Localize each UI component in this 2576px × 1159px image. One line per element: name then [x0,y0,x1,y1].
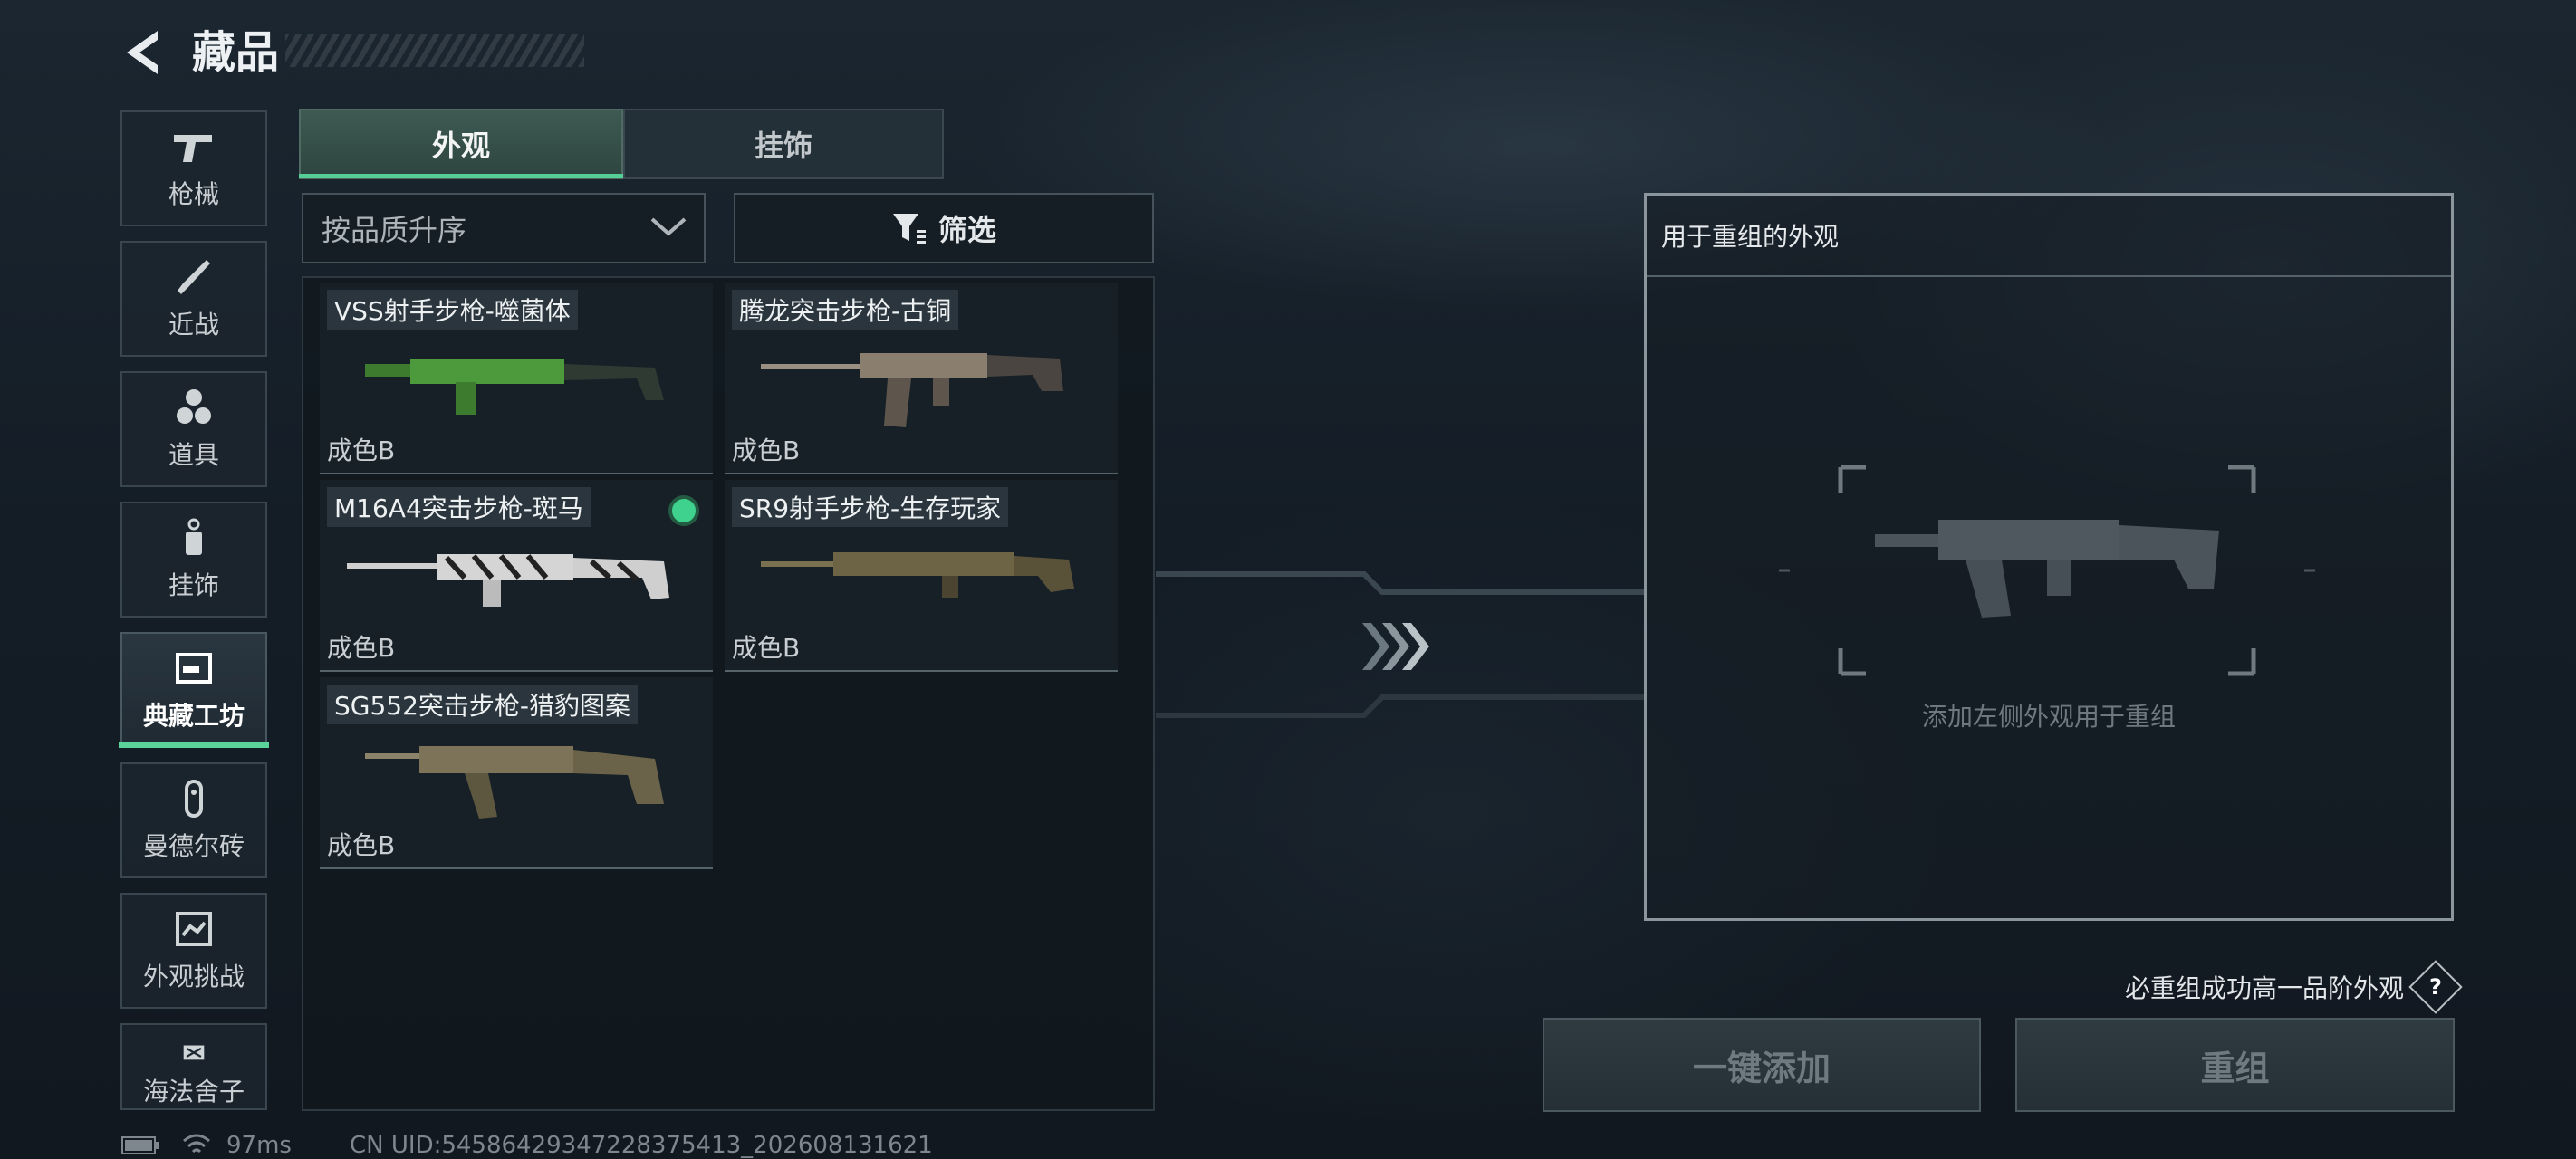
rifle-icon [761,552,1074,598]
item-grade: 成色B [327,436,396,465]
filter-icon [892,214,926,244]
sidebar-item-label: 近战 [168,310,219,340]
sidebar-item-label: 曼德尔砖 [142,831,245,861]
tab-selected-indicator [299,174,623,178]
item-name: VSS射手步枪-噬菌体 [327,290,578,330]
ping-text: 97ms [226,1132,292,1159]
sidebar-item-label: 典藏工坊 [142,701,245,731]
challenge-icon [176,912,212,946]
grenade-icon [177,389,211,424]
sidebar-item-partial[interactable]: 海法舍子 [120,1023,267,1110]
item-card[interactable]: 腾龙突击步枪-古铜 成色B [725,283,1118,474]
sidebar-item-melee[interactable]: 近战 [120,241,267,357]
rifle-icon [347,554,669,607]
help-icon[interactable]: ? [2408,960,2463,1014]
sidebar-item-guns[interactable]: 枪械 [120,110,267,226]
item-card[interactable]: M16A4突击步枪-斑马 成色B [320,480,713,672]
help-icon-glyph: ? [2429,973,2442,1000]
battery-icon [121,1136,159,1154]
page-title: 藏品 [192,27,280,78]
sidebar-item-gear[interactable]: 道具 [120,371,267,487]
uid-text: CN UID:54586429347228375413_202608131621 [350,1132,933,1159]
rifle-icon [761,353,1063,427]
tab-charms[interactable]: 挂饰 [623,109,944,179]
filter-label: 筛选 [937,213,996,247]
sort-value: 按品质升序 [322,213,467,247]
sidebar-item-challenge[interactable]: 外观挑战 [120,893,267,1009]
rifle-icon [365,359,664,415]
equipped-indicator [668,495,699,526]
charm-icon [186,518,202,555]
wifi-icon [183,1134,210,1154]
rifle-placeholder-icon[interactable] [1775,462,2319,679]
sidebar-item-label: 外观挑战 [142,962,245,991]
item-grade: 成色B [327,633,396,663]
rifle-icon [365,746,664,819]
workshop-icon [176,653,212,684]
triple-chevron-icon [1362,623,1429,670]
item-grade: 成色B [732,633,801,663]
recompose-button[interactable]: 重组 [2015,1018,2455,1112]
item-card[interactable]: SG552突击步枪-猎豹图案 成色B [320,677,713,869]
title-decoration [285,34,584,67]
recompose-placeholder-text: 添加左侧外观用于重组 [1921,702,2176,732]
item-name: SR9射手步枪-生存玩家 [732,487,1009,527]
add-all-button[interactable]: 一键添加 [1543,1018,1981,1112]
recompose-note: 必重组成功高一品阶外观 ? [1993,960,2463,1014]
sidebar-item-workshop[interactable]: 典藏工坊 [120,632,267,748]
sidebar-item-charms[interactable]: 挂饰 [120,502,267,618]
sidebar-item-label: 道具 [168,440,219,470]
knife-icon [178,260,210,294]
recompose-note-text: 必重组成功高一品阶外观 [2124,973,2404,1003]
item-name: M16A4突击步枪-斑马 [327,487,591,527]
filter-button[interactable]: 筛选 [734,193,1154,263]
sidebar-item-label: 海法舍子 [142,1077,245,1106]
item-name: 腾龙突击步枪-古铜 [732,290,959,330]
chevron-down-icon [650,217,687,236]
sort-dropdown[interactable]: 按品质升序 [302,193,706,263]
recompose-panel-header: 用于重组的外观 [1647,196,2451,277]
item-card[interactable]: VSS射手步枪-噬菌体 成色B [320,283,713,474]
item-grade: 成色B [327,830,396,860]
active-indicator [119,742,269,748]
item-grade: 成色B [732,436,801,465]
tab-appearance[interactable]: 外观 [299,109,623,179]
sidebar-item-label: 挂饰 [168,570,219,600]
item-name: SG552突击步枪-猎豹图案 [327,685,639,724]
pistol-icon [174,135,212,162]
item-card[interactable]: SR9射手步枪-生存玩家 成色B [725,480,1118,672]
partial-icon [183,1045,205,1060]
brick-icon [185,780,203,818]
sidebar-item-label: 枪械 [168,179,219,209]
sidebar-item-mandel-brick[interactable]: 曼德尔砖 [120,762,267,878]
back-arrow-icon[interactable] [118,25,172,80]
